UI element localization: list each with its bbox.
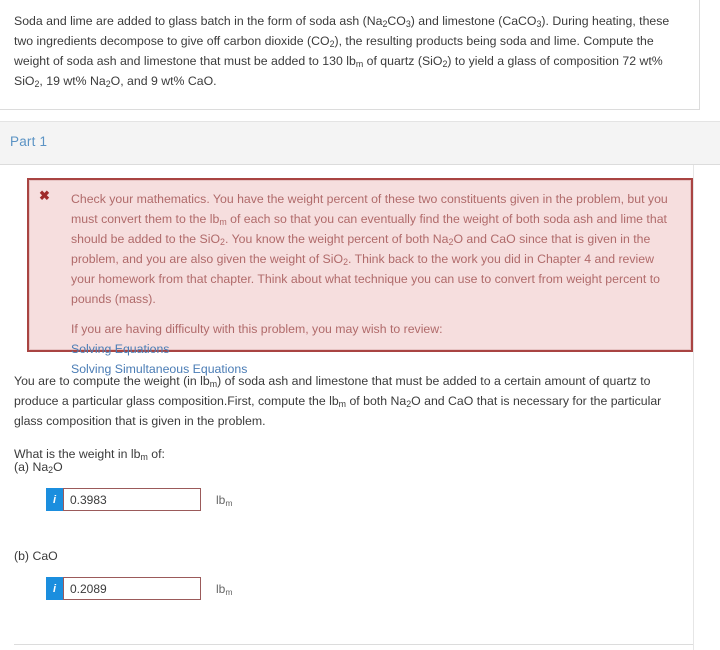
answer-input-a[interactable] (63, 488, 201, 511)
alert-review-prompt: If you are having difficulty with this p… (71, 322, 443, 337)
answer-block-b: (b) CaO i lbm (14, 549, 374, 600)
answer-label-a: (a) Na2O (14, 460, 63, 476)
unit-label-a: lbm (216, 492, 233, 508)
alert-message-text: Check your mathematics. You have the wei… (71, 192, 668, 306)
instruction-paragraph-1: You are to compute the weight (in lbm) o… (14, 374, 662, 428)
answer-row-a: i lbm (46, 488, 374, 511)
bottom-divider (14, 644, 693, 645)
part-title: Part 1 (10, 134, 48, 149)
problem-statement-text: Soda and lime are added to glass batch i… (14, 14, 670, 89)
info-icon-b[interactable]: i (46, 577, 63, 600)
link-solving-equations[interactable]: Solving Equations (71, 340, 677, 360)
answer-row-b: i lbm (46, 577, 374, 600)
info-icon-a[interactable]: i (46, 488, 63, 511)
problem-statement-panel: Soda and lime are added to glass batch i… (0, 0, 700, 110)
incorrect-answer-alert: ✖ Check your mathematics. You have the w… (27, 178, 693, 376)
answer-input-b[interactable] (63, 577, 201, 600)
part-header-band: Part 1 (0, 121, 720, 165)
answer-label-b: (b) CaO (14, 549, 58, 563)
right-panel-divider (693, 165, 694, 650)
answer-block-a: (a) Na2O i lbm (14, 460, 374, 511)
x-mark-icon: ✖ (39, 188, 50, 203)
unit-label-b: lbm (216, 581, 233, 597)
instruction-text-block: You are to compute the weight (in lbm) o… (14, 372, 686, 465)
